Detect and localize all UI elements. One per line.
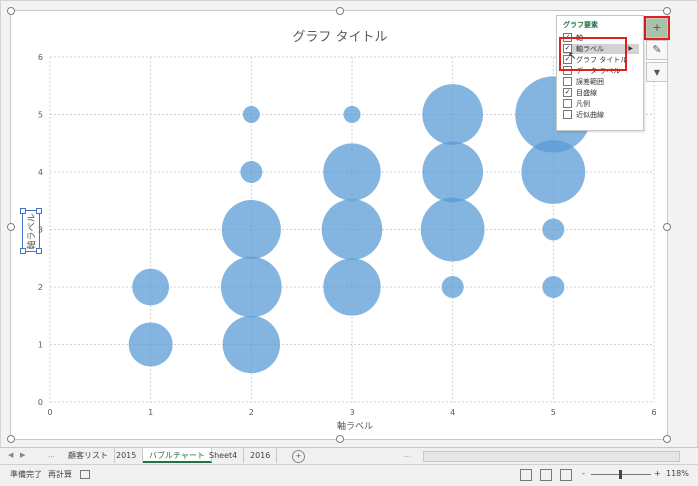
resize-handle[interactable] [336,7,344,15]
resize-handle[interactable] [336,435,344,443]
tab-scroll-left-icon[interactable]: ◀ [8,448,13,463]
checkbox[interactable] [563,76,572,86]
y-axis-title[interactable]: 軸ラベル [25,212,38,252]
tab-scroll-right-icon[interactable]: ▶ [20,448,25,463]
resize-handle[interactable] [7,223,15,231]
filter-icon: ▼ [653,68,661,77]
y-axis-title-selection[interactable]: 軸ラベル [20,208,42,254]
sheet-tab[interactable]: 2016 [244,448,278,463]
add-sheet-button[interactable]: + [292,450,305,463]
more-tabs-right[interactable]: ... [404,448,411,463]
status-ready: 準備完了 [10,470,42,479]
resize-handle[interactable] [663,223,671,231]
chart-elements-panel: グラフ要素 ✓ 軸 ✓ 軸ラベル ▶ ✓ グラフ タイトル データ ラベル 誤差範囲 … [556,15,644,131]
horizontal-scrollbar[interactable] [423,451,680,462]
panel-item-trendline[interactable]: 近似曲線 [563,109,639,120]
checkbox[interactable]: ✓ [563,87,572,97]
panel-item-legend[interactable]: 凡例 [563,98,639,109]
chart-title[interactable]: グラフ タイトル [265,26,415,45]
status-recalc[interactable]: 再計算 [48,469,72,480]
zoom-slider-thumb[interactable] [619,470,622,479]
page-break-icon[interactable] [560,469,572,481]
resize-handle[interactable] [7,7,15,15]
sheet-tabs-bar: ◀ ▶ ... 顧客リスト 2015 バブルチャート Sheet4 2016 +… [0,447,698,464]
highlight-box [644,16,670,40]
panel-title: グラフ要素 [563,21,598,29]
normal-view-icon[interactable] [520,469,532,481]
status-bar: 準備完了 再計算 - + 118% [0,464,698,486]
mouse-cursor-icon: ↖ [568,51,577,62]
zoom-in-button[interactable]: + [654,469,661,478]
brush-icon: ✎ [652,43,662,56]
chevron-right-icon[interactable]: ▶ [628,44,633,54]
zoom-level[interactable]: 118% [666,469,689,478]
sheet-tab[interactable]: 2015 [110,448,144,463]
panel-item-error-bars[interactable]: 誤差範囲 [563,76,639,87]
macro-record-icon[interactable] [80,470,90,479]
chart-styles-button[interactable]: ✎ [646,40,668,60]
resize-handle[interactable] [663,435,671,443]
checkbox[interactable] [563,109,572,119]
sheet-tab[interactable]: Sheet4 [203,448,245,463]
vertical-scrollbar[interactable] [680,12,690,437]
page-layout-icon[interactable] [540,469,552,481]
chart-filters-button[interactable]: ▼ [646,62,668,82]
sheet-tab-active[interactable]: バブルチャート [143,448,212,463]
resize-handle[interactable] [7,435,15,443]
zoom-out-button[interactable]: - [582,469,585,478]
panel-item-gridlines[interactable]: ✓ 目盛線 [563,87,639,98]
more-tabs-left[interactable]: ... [48,448,55,463]
resize-handle[interactable] [663,7,671,15]
checkbox[interactable] [563,98,572,108]
sheet-tab[interactable]: 顧客リスト [62,448,115,463]
x-axis-title[interactable]: 軸ラベル [325,419,385,432]
